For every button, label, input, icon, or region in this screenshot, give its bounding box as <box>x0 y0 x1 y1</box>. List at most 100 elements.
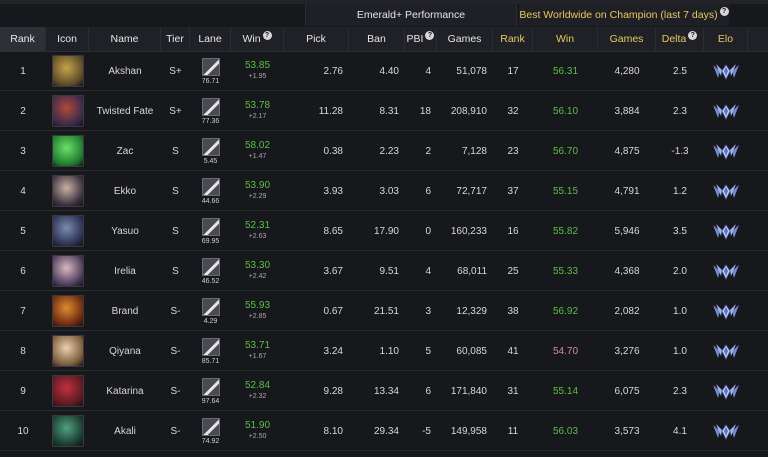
cell-ban: 3.03 <box>379 185 399 197</box>
cell-name[interactable]: Ekko <box>89 171 161 211</box>
cell-tier: S <box>172 225 179 237</box>
table-row[interactable]: 2 Twisted Fate S+ 77.36 53.78 +2.17 11.2… <box>0 91 768 131</box>
col-header-elo[interactable]: Elo <box>704 27 748 51</box>
col-header-tier[interactable]: Tier <box>161 27 190 51</box>
diamond-rank-icon <box>713 144 739 160</box>
cell-icon <box>46 211 89 251</box>
cell-name[interactable]: Irelia <box>89 251 161 291</box>
col-header-win[interactable]: Win? <box>231 27 284 51</box>
lane-icon <box>201 257 220 276</box>
cell-rank: 9 <box>20 385 26 397</box>
col-header-rank[interactable]: Rank <box>0 27 46 51</box>
col-header-best-games[interactable]: Games <box>598 27 656 51</box>
diamond-rank-icon <box>713 424 739 440</box>
table-row[interactable]: 6 Irelia S 46.52 53.30 +2.42 3.67 9.51 4… <box>0 251 768 291</box>
katarina-icon[interactable] <box>51 375 84 407</box>
cell-games: 149,958 <box>450 425 487 437</box>
col-header-pbi[interactable]: PBI? <box>405 27 437 51</box>
cell-rank: 8 <box>20 345 26 357</box>
col-header-lane[interactable]: Lane <box>190 27 231 51</box>
col-header-icon[interactable]: Icon <box>46 27 89 51</box>
cell-ban: 1.10 <box>379 345 399 357</box>
cell-name[interactable]: Yasuo <box>89 211 161 251</box>
cell-delta: 2.3 <box>673 105 687 117</box>
help-icon[interactable]: ? <box>719 6 729 16</box>
cell-games: 68,011 <box>457 265 487 277</box>
help-icon[interactable]: ? <box>425 30 435 40</box>
cell-best-games: 5,946 <box>614 225 640 237</box>
win-rate: 51.90 <box>244 420 271 431</box>
lane-percent: 5.45 <box>203 157 218 165</box>
col-header-best-rank-label: Rank <box>500 33 525 45</box>
brand-icon[interactable] <box>51 295 84 327</box>
cell-pick: 3.24 <box>323 345 343 357</box>
cell-games: 72,717 <box>456 185 487 197</box>
cell-icon <box>46 251 89 291</box>
table-row[interactable]: 7 Brand S- 4.29 55.93 +2.85 0.67 21.51 3… <box>0 291 768 331</box>
cell-rank: 6 <box>20 265 26 277</box>
table-row[interactable]: 9 Katarina S- 97.64 52.84 +2.32 9.28 13.… <box>0 371 768 411</box>
help-icon[interactable]: ? <box>262 30 272 40</box>
cell-name[interactable]: Brand <box>89 291 161 331</box>
table-row[interactable]: 5 Yasuo S 69.95 52.31 +2.63 8.65 17.90 0… <box>0 211 768 251</box>
col-header-best-rank[interactable]: Rank <box>493 27 533 51</box>
qiyana-icon[interactable] <box>51 335 84 367</box>
cell-pick: 11.28 <box>318 105 343 117</box>
zac-icon[interactable] <box>51 135 84 167</box>
lane-icon <box>201 217 220 236</box>
cell-ban: 21.51 <box>373 305 399 317</box>
cell-ban: 17.90 <box>373 225 399 237</box>
cell-lane: 4.29 <box>190 291 231 331</box>
table-row[interactable]: 4 Ekko S 44.66 53.90 +2.29 3.93 3.03 6 7… <box>0 171 768 211</box>
cell-tier: S+ <box>169 105 182 117</box>
ekko-icon[interactable] <box>51 175 84 207</box>
cell-pbi: 5 <box>425 345 431 357</box>
table-row[interactable]: 8 Qiyana S- 85.71 53.71 +1.67 3.24 1.10 … <box>0 331 768 371</box>
cell-win: 53.78 +2.17 <box>231 91 284 131</box>
akshan-icon[interactable] <box>51 55 84 87</box>
yasuo-icon[interactable] <box>51 215 84 247</box>
cell-name[interactable]: Katarina <box>89 371 161 411</box>
cell-name[interactable]: Akali <box>89 411 161 451</box>
cell-pick: 8.65 <box>323 225 343 237</box>
akali-icon[interactable] <box>51 415 84 447</box>
irelia-icon[interactable] <box>51 255 84 287</box>
cell-name[interactable]: Akshan <box>89 51 161 91</box>
cell-win: 52.31 +2.63 <box>231 211 284 251</box>
col-header-pick[interactable]: Pick <box>284 27 349 51</box>
cell-name[interactable]: Twisted Fate <box>89 91 161 131</box>
cell-elo <box>704 211 748 251</box>
cell-elo <box>704 91 748 131</box>
lane-percent: 4.29 <box>203 317 218 325</box>
cell-best-win: 55.82 <box>552 225 579 237</box>
cell-icon <box>46 91 89 131</box>
cell-lane: 74.92 <box>190 411 231 451</box>
cell-games: 171,840 <box>450 385 487 397</box>
col-header-delta[interactable]: Delta? <box>656 27 704 51</box>
cell-name[interactable]: Qiyana <box>89 331 161 371</box>
col-header-games[interactable]: Games <box>437 27 493 51</box>
lane-icon <box>201 337 220 356</box>
tierlist-page: Emerald+ Performance Best Worldwide on C… <box>0 0 768 457</box>
col-header-name[interactable]: Name <box>89 27 161 51</box>
cell-rank: 5 <box>20 225 26 237</box>
cell-elo <box>704 131 748 171</box>
table-row[interactable]: 10 Akali S- 74.92 51.90 +2.50 8.10 29.34… <box>0 411 768 451</box>
diamond-rank-icon <box>713 184 739 200</box>
cell-ban: 8.31 <box>379 105 399 117</box>
lane-percent: 74.92 <box>201 437 220 445</box>
diamond-rank-icon <box>713 304 739 320</box>
win-rate-delta: +2.29 <box>248 193 267 200</box>
table-row[interactable]: 1 Akshan S+ 76.71 53.85 +1.95 2.76 4.40 … <box>0 51 768 91</box>
cell-name[interactable]: Zac <box>89 131 161 171</box>
table-row[interactable]: 3 Zac S 5.45 58.02 +1.47 0.38 2.23 2 7,1… <box>0 131 768 171</box>
win-rate-delta: +2.42 <box>248 273 267 280</box>
help-icon[interactable]: ? <box>688 30 698 40</box>
lane-icon <box>201 57 220 76</box>
col-header-ban[interactable]: Ban <box>349 27 405 51</box>
cell-lane: 69.95 <box>190 211 231 251</box>
twisted-fate-icon[interactable] <box>51 95 84 127</box>
group-header-row: Emerald+ Performance Best Worldwide on C… <box>0 4 768 26</box>
col-header-best-win[interactable]: Win <box>533 27 598 51</box>
cell-tier: S- <box>170 425 181 437</box>
